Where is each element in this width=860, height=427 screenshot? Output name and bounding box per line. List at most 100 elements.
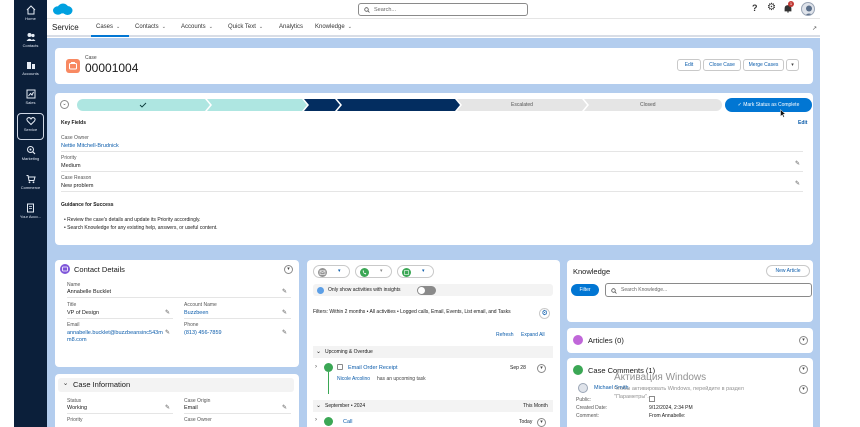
case-owner-link[interactable]: Nettie Mitchell-Brudnick [61, 143, 119, 149]
contact-phone-link[interactable]: (813) 456-7859 [184, 330, 222, 336]
nav-item-service[interactable]: Service [14, 113, 47, 141]
dropdown-icon[interactable]: ▾ [338, 268, 341, 274]
path-stage-complete[interactable] [207, 99, 307, 111]
nav-item-accounts[interactable]: Accounts [14, 57, 47, 85]
tab-knowledge[interactable]: Knowledge ⌄ [315, 24, 352, 30]
field-label: Created Date: [576, 405, 608, 411]
knowledge-card: Knowledge New Article Filter Search Know… [567, 260, 813, 322]
edit-pencil-icon[interactable]: ✎ [282, 288, 287, 295]
log-call-action-group[interactable]: ▾ [355, 265, 392, 278]
chevron-down-icon[interactable]: ⌄ [61, 380, 70, 389]
activity-item-date: Sep 28 [510, 365, 526, 371]
activity-person-link[interactable]: Nicole Arcolino [337, 376, 370, 382]
task-checkbox[interactable] [337, 364, 343, 370]
path-collapse-button[interactable]: ⌄ [60, 100, 69, 109]
month-label: This Month [523, 403, 548, 409]
scroll-up-icon[interactable]: ↗ [812, 25, 817, 32]
chevron-down-icon[interactable]: ⌄ [162, 24, 166, 30]
contact-icon [60, 264, 70, 274]
tab-accounts[interactable]: Accounts ⌄ [181, 24, 213, 30]
edit-pencil-icon[interactable]: ✎ [165, 329, 170, 336]
contact-details-title: Contact Details [74, 265, 125, 274]
filter-button[interactable]: Filter [571, 284, 599, 296]
expand-all-link[interactable]: Expand All [521, 332, 545, 338]
nav-item-label: Home [25, 16, 36, 21]
chevron-down-icon[interactable]: ⌄ [116, 24, 120, 30]
avatar[interactable] [801, 2, 815, 16]
edit-pencil-icon[interactable]: ✎ [795, 180, 800, 187]
path-stage-current[interactable] [337, 99, 460, 111]
card-menu-button[interactable]: ▾ [799, 336, 808, 345]
user-avatar-icon [805, 5, 813, 15]
chevron-down-icon[interactable]: ⌄ [316, 402, 321, 409]
email-action-group[interactable]: ▾ [313, 265, 350, 278]
nav-item-sales[interactable]: Sales [14, 86, 47, 114]
activity-card: ▾ ▾ ▾ Only show activities with insights… [307, 260, 560, 427]
dropdown-icon[interactable]: ▾ [422, 268, 425, 274]
edit-pencil-icon[interactable]: ✎ [165, 404, 170, 411]
edit-button[interactable]: Edit [677, 59, 701, 71]
insights-toggle[interactable] [417, 285, 436, 295]
global-search-input[interactable]: Search... [358, 3, 528, 16]
tab-cases[interactable]: Cases ⌄ [96, 24, 120, 30]
gear-icon[interactable]: ⚙ [767, 2, 776, 13]
edit-pencil-icon[interactable]: ✎ [795, 160, 800, 167]
activity-item-title[interactable]: Email Order Receipt [348, 365, 398, 371]
nav-item-marketing[interactable]: Marketing [14, 142, 47, 170]
comment-menu-button[interactable]: ▾ [799, 385, 808, 394]
contact-email-link[interactable]: annabelle.bucklet@buzzbeansinc543mm8.com [67, 330, 163, 344]
edit-pencil-icon[interactable]: ✎ [165, 309, 170, 316]
call-activity-date: Today [519, 419, 533, 425]
edit-key-fields-link[interactable]: Edit [798, 120, 807, 126]
mark-status-complete-button[interactable]: ✓ Mark Status as Complete [725, 98, 812, 112]
card-menu-button[interactable]: ▾ [799, 365, 808, 374]
contact-details-card: Contact Details ▾ Name Annabelle Bucklet… [55, 260, 299, 367]
case-icon [66, 59, 80, 73]
nav-item-commerce[interactable]: Commerce [14, 171, 47, 199]
activity-item-description: has an upcoming task [377, 376, 426, 382]
close-case-button[interactable]: Close Case [703, 59, 741, 71]
task-action-group[interactable]: ▾ [397, 265, 434, 278]
chevron-down-icon[interactable]: ⌄ [348, 24, 352, 30]
public-checkbox [649, 396, 655, 402]
dropdown-icon[interactable]: ▾ [380, 268, 383, 274]
chevron-down-icon[interactable]: ⌄ [209, 24, 213, 30]
field-label: Phone [184, 322, 199, 328]
account-name-link[interactable]: Buzzbeen [184, 310, 208, 316]
status-value: Working [67, 405, 88, 411]
tab-analytics[interactable]: Analytics [279, 24, 303, 30]
nav-item-contacts[interactable]: Contacts [14, 29, 47, 57]
tab-label: Cases [96, 24, 114, 30]
card-menu-button[interactable]: ▾ [284, 265, 293, 274]
new-article-button[interactable]: New Article [766, 265, 810, 277]
edit-pencil-icon[interactable]: ✎ [282, 404, 287, 411]
path-stage-current[interactable] [304, 99, 340, 111]
edit-pencil-icon[interactable]: ✎ [282, 329, 287, 336]
activity-item-menu[interactable]: ▾ [537, 418, 546, 427]
field-label: Comment: [576, 413, 600, 419]
call-activity-title[interactable]: Call [343, 419, 352, 425]
tab-contacts[interactable]: Contacts ⌄ [135, 24, 166, 30]
nav-item-your-account[interactable]: Your Acco... [14, 200, 47, 228]
knowledge-search-input[interactable]: Search Knowledge... [605, 283, 812, 297]
refresh-link[interactable]: Refresh [496, 332, 514, 338]
gear-icon: ⚙ [541, 310, 548, 317]
more-actions-button[interactable]: ▾ [786, 59, 799, 71]
search-icon [364, 7, 370, 13]
tab-quick-text[interactable]: Quick Text ⌄ [228, 24, 263, 30]
nav-item-home[interactable]: Home [14, 2, 47, 30]
chevron-down-icon[interactable]: ⌄ [316, 348, 321, 355]
chevron-right-icon[interactable]: › [315, 364, 317, 370]
mouse-cursor-icon [780, 109, 786, 118]
filter-settings-button[interactable]: ⚙ [539, 308, 550, 319]
path-stages [77, 99, 722, 111]
merge-cases-button[interactable]: Merge Cases [743, 59, 784, 71]
chevron-down-icon[interactable]: ⌄ [259, 24, 263, 30]
article-icon [573, 335, 583, 345]
tab-label: Analytics [279, 24, 304, 30]
activity-item-menu[interactable]: ▾ [537, 364, 546, 373]
home-icon [26, 5, 35, 15]
help-icon[interactable]: ? [752, 3, 758, 13]
edit-pencil-icon[interactable]: ✎ [282, 309, 287, 316]
chevron-right-icon[interactable]: › [315, 417, 317, 423]
